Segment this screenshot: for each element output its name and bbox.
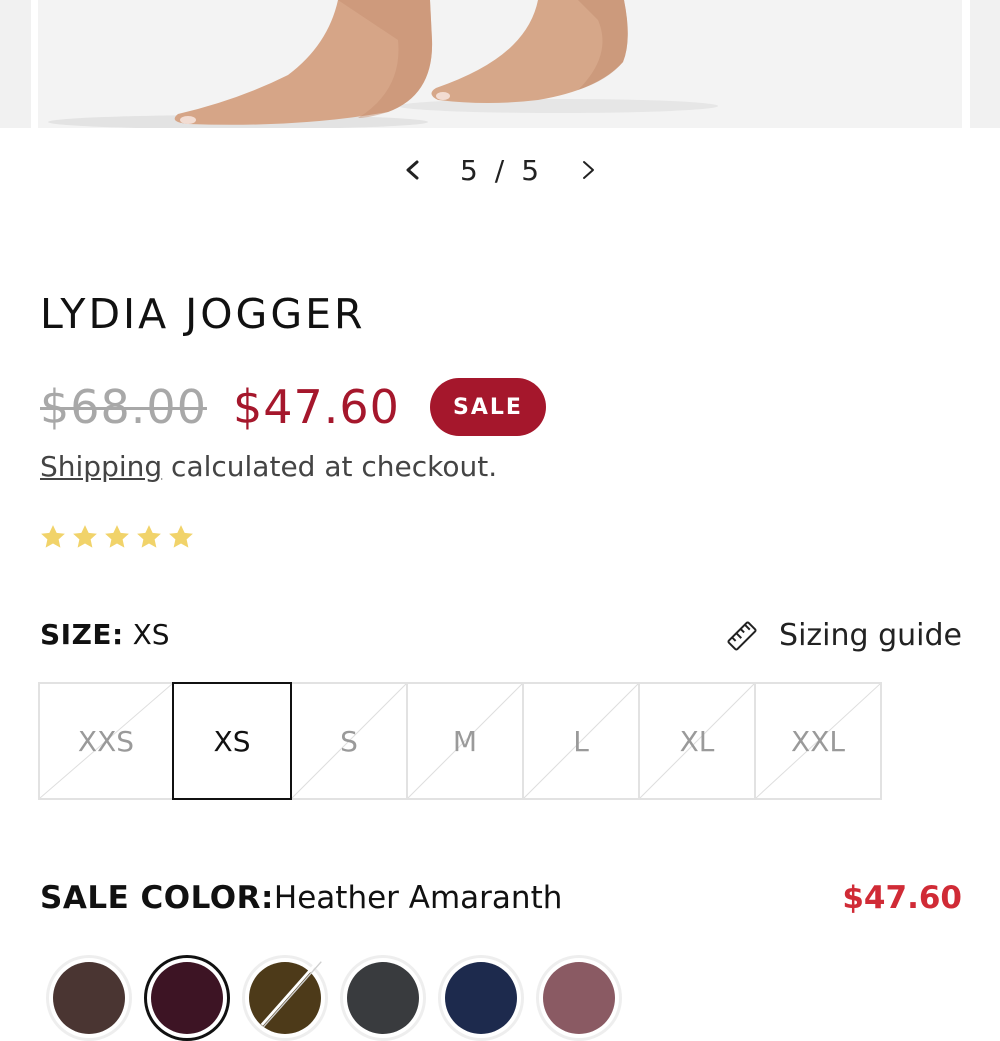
- color-swatch[interactable]: [46, 955, 132, 1041]
- size-option-label: L: [573, 724, 589, 758]
- swatch-fill: [151, 962, 223, 1034]
- counter-separator: /: [494, 153, 506, 187]
- shipping-note: Shipping calculated at checkout.: [40, 450, 497, 483]
- size-option-label: XXL: [791, 724, 845, 758]
- star-icon: [41, 525, 65, 548]
- size-label-title: SIZE:: [40, 618, 124, 651]
- product-image-gallery[interactable]: [0, 0, 1000, 128]
- size-selector-label: SIZE: XS: [40, 618, 170, 651]
- rating-stars[interactable]: [38, 522, 196, 552]
- color-selector-label: SALE COLOR:Heather Amaranth: [40, 880, 562, 916]
- color-swatches: [46, 955, 622, 1041]
- color-swatch[interactable]: [144, 955, 230, 1041]
- size-option-l[interactable]: L: [522, 682, 640, 800]
- size-option-xs[interactable]: XS: [172, 682, 292, 800]
- star-icon: [73, 525, 97, 548]
- star-icon: [169, 525, 193, 548]
- product-title: LYDIA JOGGER: [40, 290, 366, 338]
- swatch-fill: [445, 962, 517, 1034]
- color-label-title: SALE COLOR:: [40, 880, 274, 916]
- image-pagination: 5 / 5: [0, 148, 1000, 192]
- swatch-fill: [347, 962, 419, 1034]
- size-option-label: M: [452, 724, 478, 758]
- size-option-s[interactable]: S: [290, 682, 408, 800]
- size-option-label: S: [340, 724, 358, 758]
- color-swatch[interactable]: [242, 955, 328, 1041]
- product-image[interactable]: [38, 0, 962, 128]
- color-swatch[interactable]: [340, 955, 426, 1041]
- sizing-guide-link[interactable]: Sizing guide: [725, 618, 962, 653]
- shipping-text: calculated at checkout.: [162, 450, 498, 483]
- swatch-fill: [543, 962, 615, 1034]
- color-swatch[interactable]: [536, 955, 622, 1041]
- chevron-left-icon[interactable]: [395, 152, 431, 188]
- size-option-xxl[interactable]: XXL: [754, 682, 882, 800]
- unavailable-slash: [260, 958, 322, 1028]
- sizing-guide-label: Sizing guide: [779, 618, 962, 653]
- ruler-icon: [727, 620, 757, 651]
- size-option-xl[interactable]: XL: [638, 682, 756, 800]
- size-option-label: XL: [679, 724, 715, 758]
- chevron-right-icon[interactable]: [570, 152, 606, 188]
- star-icon: [105, 525, 129, 548]
- sale-badge: SALE: [429, 378, 546, 436]
- next-image-peek[interactable]: [970, 0, 1000, 128]
- current-image-number: 5: [459, 153, 479, 187]
- total-image-number: 5: [521, 153, 541, 187]
- compare-at-price: $68.00: [40, 380, 207, 434]
- size-option-label: XXS: [77, 724, 135, 758]
- size-option-xxs[interactable]: XXS: [38, 682, 174, 800]
- image-counter: 5 / 5: [440, 148, 560, 192]
- selected-size: XS: [132, 618, 170, 651]
- previous-image-peek[interactable]: [0, 0, 31, 128]
- size-options: XXS XS S M L XL XXL: [38, 682, 882, 800]
- size-option-m[interactable]: M: [406, 682, 524, 800]
- color-price: $47.60: [842, 880, 962, 916]
- color-swatch[interactable]: [438, 955, 524, 1041]
- shipping-link[interactable]: Shipping: [40, 450, 162, 483]
- swatch-fill: [53, 962, 125, 1034]
- selected-color: Heather Amaranth: [273, 880, 563, 916]
- product-photo-feet: [38, 0, 962, 128]
- sale-price: $47.60: [232, 380, 400, 434]
- size-option-label: XS: [213, 724, 251, 758]
- star-icon: [137, 525, 161, 548]
- price-row: $68.00 $47.60 SALE: [40, 372, 546, 442]
